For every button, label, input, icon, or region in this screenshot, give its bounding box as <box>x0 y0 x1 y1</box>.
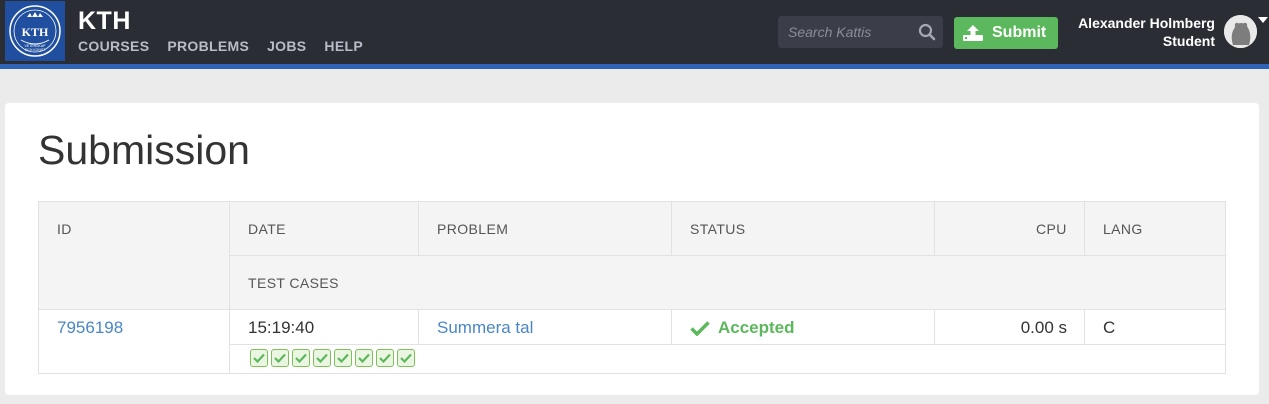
avatar[interactable] <box>1224 15 1257 48</box>
test-case-list <box>250 349 415 367</box>
main-nav: COURSES PROBLEMS JOBS HELP <box>78 38 363 54</box>
submission-id-link[interactable]: 7956198 <box>57 318 123 338</box>
search-input[interactable] <box>778 16 913 48</box>
col-divider <box>418 202 419 255</box>
col-divider <box>1084 202 1085 255</box>
test-case-passed-indicator[interactable] <box>271 349 289 367</box>
col-divider <box>934 202 935 255</box>
test-case-passed-indicator[interactable] <box>313 349 331 367</box>
navbar-accent-strip <box>0 64 1269 69</box>
checkmark-icon <box>295 353 307 363</box>
col-divider <box>671 309 672 344</box>
test-case-passed-indicator[interactable] <box>376 349 394 367</box>
submit-button-label: Submit <box>992 24 1047 41</box>
upload-icon <box>963 25 983 41</box>
checkmark-icon <box>690 321 710 336</box>
svg-text:KTH: KTH <box>22 25 49 39</box>
checkmark-icon <box>337 353 349 363</box>
checkmark-icon <box>253 353 265 363</box>
col-header-lang[interactable]: LANG <box>1103 221 1143 237</box>
language: C <box>1103 318 1116 337</box>
col-divider <box>1084 309 1085 344</box>
search-box <box>778 16 943 48</box>
page-title: Submission <box>38 127 250 173</box>
user-name: Alexander Holmberg <box>1078 15 1215 31</box>
header-row-divider <box>230 255 1225 256</box>
checkmark-icon <box>274 353 286 363</box>
checkmark-icon <box>379 353 391 363</box>
test-case-passed-indicator[interactable] <box>355 349 373 367</box>
test-case-passed-indicator[interactable] <box>334 349 352 367</box>
brand-name[interactable]: KTH <box>78 7 131 36</box>
col-divider <box>934 309 935 344</box>
col-header-test-cases: TEST CASES <box>248 275 339 291</box>
checkmark-icon <box>316 353 328 363</box>
col-divider <box>418 309 419 344</box>
col-header-status[interactable]: STATUS <box>690 221 746 237</box>
search-icon[interactable] <box>918 23 936 41</box>
user-menu[interactable]: Alexander Holmberg Student <box>1078 14 1215 50</box>
col-header-problem[interactable]: PROBLEM <box>437 221 508 237</box>
header-body-divider <box>39 309 1225 310</box>
nav-help[interactable]: HELP <box>324 38 363 54</box>
col-header-date[interactable]: DATE <box>248 221 286 237</box>
col-divider <box>671 202 672 255</box>
user-avatar-icon <box>1224 15 1257 48</box>
status-text: Accepted <box>718 318 795 337</box>
nav-courses[interactable]: COURSES <box>78 38 149 54</box>
user-menu-chevron-down-icon[interactable] <box>1258 17 1268 23</box>
col-divider <box>229 202 230 373</box>
test-case-passed-indicator[interactable] <box>250 349 268 367</box>
test-case-passed-indicator[interactable] <box>292 349 310 367</box>
status-badge: Accepted <box>690 318 795 338</box>
kth-crest-logo-icon: KTH VETENSKAP OCH KONST <box>9 5 61 57</box>
checkmark-icon <box>358 353 370 363</box>
test-case-passed-indicator[interactable] <box>397 349 415 367</box>
svg-text:OCH KONST: OCH KONST <box>25 48 47 52</box>
user-role: Student <box>1162 33 1215 49</box>
submission-date: 15:19:40 <box>248 318 315 337</box>
submission-table: ID DATE PROBLEM STATUS CPU LANG TEST CAS… <box>38 201 1226 374</box>
problem-link[interactable]: Summera tal <box>437 318 533 338</box>
cpu-time: 0.00 s <box>1020 318 1067 337</box>
nav-problems[interactable]: PROBLEMS <box>167 38 249 54</box>
nav-jobs[interactable]: JOBS <box>267 38 306 54</box>
row-test-divider <box>230 344 1225 345</box>
col-header-id[interactable]: ID <box>57 221 72 237</box>
checkmark-icon <box>400 353 412 363</box>
col-header-cpu[interactable]: CPU <box>1036 221 1067 237</box>
kth-logo[interactable]: KTH VETENSKAP OCH KONST <box>5 1 65 61</box>
submit-button[interactable]: Submit <box>954 17 1058 49</box>
